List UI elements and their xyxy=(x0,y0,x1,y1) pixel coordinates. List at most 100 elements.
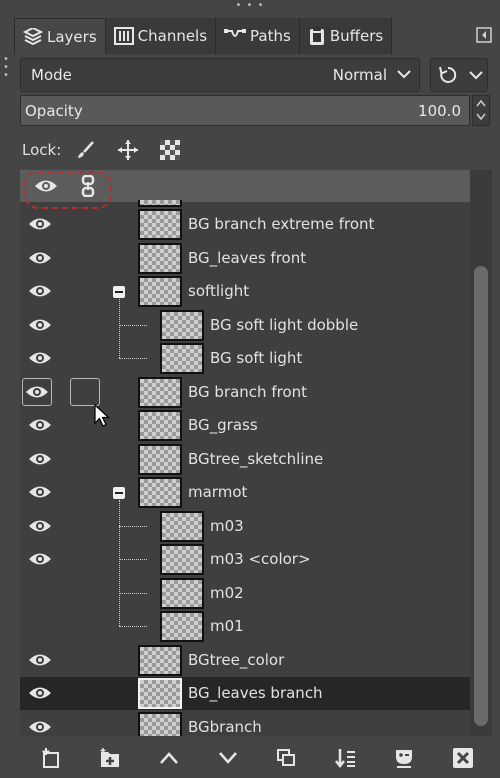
opacity-spinner[interactable] xyxy=(472,95,490,126)
opacity-slider[interactable]: Opacity 100.0 xyxy=(20,95,470,126)
visibility-eye-icon[interactable] xyxy=(22,377,52,406)
layers-panel: Mode Normal Opacity 100.0 Lock: BG branc… xyxy=(14,54,500,778)
new-group-button[interactable] xyxy=(95,743,125,773)
tab-label: Channels xyxy=(137,27,208,45)
tab-layers[interactable]: Layers xyxy=(14,18,106,55)
layer-row[interactable]: BG_grass xyxy=(20,409,470,442)
layer-row[interactable]: BG branch extreme front xyxy=(20,208,470,241)
visibility-eye-icon[interactable] xyxy=(28,685,52,701)
layer-name: BG_grass xyxy=(188,416,258,434)
layer-list-header xyxy=(20,170,470,209)
layer-list[interactable]: BG branch extreme front BG_leaves front so… xyxy=(20,170,492,736)
layer-thumbnail xyxy=(160,544,204,575)
layer-row[interactable]: m01 xyxy=(20,500,470,643)
group-collapse-toggle[interactable] xyxy=(113,286,125,298)
opacity-label: Opacity xyxy=(25,102,83,120)
layer-name: BG_leaves branch xyxy=(188,684,323,702)
tab-menu-icon[interactable] xyxy=(476,27,492,43)
layer-thumbnail xyxy=(138,711,182,736)
tree-connector xyxy=(119,358,147,359)
visibility-eye-icon[interactable] xyxy=(28,484,52,500)
chain-toggle-box[interactable] xyxy=(70,377,100,406)
visibility-eye-icon[interactable] xyxy=(28,417,52,433)
dock-grip-left[interactable]: • • • xyxy=(2,55,10,81)
tree-connector xyxy=(119,500,120,626)
visibility-eye-icon[interactable] xyxy=(28,350,52,366)
layer-thumbnail xyxy=(160,577,204,609)
layer-row[interactable]: BGbranch xyxy=(20,711,470,736)
tab-label: Buffers xyxy=(329,27,384,45)
layer-name: m03 xyxy=(210,516,244,535)
layer-row[interactable]: softlight xyxy=(20,275,470,308)
tree-connector xyxy=(119,324,147,326)
tab-buffers[interactable]: Buffers xyxy=(299,18,393,54)
layer-thumbnail xyxy=(138,209,182,240)
layer-actions-bar xyxy=(14,738,500,778)
spin-down-icon[interactable] xyxy=(473,111,489,123)
layer-row[interactable]: BG_leaves branch xyxy=(20,677,470,710)
mode-value: Normal xyxy=(332,66,387,84)
layer-row[interactable]: m03 xyxy=(20,510,470,543)
layer-thumbnail xyxy=(138,376,182,408)
visibility-eye-icon[interactable] xyxy=(28,250,52,266)
mode-select[interactable]: Mode Normal xyxy=(20,58,420,92)
delete-layer-button[interactable] xyxy=(448,743,478,773)
tab-paths[interactable]: Paths xyxy=(216,18,300,54)
mouse-cursor-icon xyxy=(94,404,111,427)
layer-row[interactable]: BGtree_sketchline xyxy=(20,443,470,476)
move-icon[interactable] xyxy=(117,139,139,161)
layer-list-scrollbar[interactable] xyxy=(470,170,492,736)
chevron-down-icon xyxy=(397,70,411,79)
layer-thumbnail xyxy=(138,678,182,709)
alpha-lock-icon[interactable] xyxy=(159,139,181,161)
tree-connector xyxy=(119,299,120,358)
duplicate-layer-button[interactable] xyxy=(271,743,301,773)
layer-thumbnail xyxy=(160,510,204,542)
visibility-eye-icon[interactable] xyxy=(28,283,52,299)
scrollbar-thumb[interactable] xyxy=(474,266,488,726)
layer-row[interactable]: BG_leaves front xyxy=(20,242,470,275)
tab-channels[interactable]: Channels xyxy=(105,18,217,54)
visibility-eye-icon[interactable] xyxy=(28,551,52,567)
tree-connector xyxy=(119,592,147,594)
layer-row[interactable]: BG branch front xyxy=(20,376,470,409)
tree-connector xyxy=(119,525,147,527)
tree-connector xyxy=(119,559,147,560)
merge-down-button[interactable] xyxy=(330,743,360,773)
raise-layer-button[interactable] xyxy=(154,743,184,773)
layer-name: BG_leaves front xyxy=(188,248,307,267)
new-layer-button[interactable] xyxy=(36,743,66,773)
dock-tabs: Layers Channels Paths Buffers xyxy=(14,17,500,55)
visibility-eye-icon[interactable] xyxy=(28,719,52,735)
visibility-eye-icon[interactable] xyxy=(28,317,52,333)
paintbrush-icon[interactable] xyxy=(75,139,97,161)
mode-reset-button[interactable] xyxy=(430,58,488,92)
new-layer-icon xyxy=(42,748,60,768)
layer-name: m03 <color> xyxy=(210,550,311,568)
visibility-eye-icon[interactable] xyxy=(28,518,52,534)
group-collapse-toggle[interactable] xyxy=(113,487,125,499)
layer-row[interactable]: BGtree_color xyxy=(20,644,470,677)
layer-name: BG branch front xyxy=(188,382,308,401)
layer-thumbnail xyxy=(138,276,182,307)
merge-down-icon xyxy=(335,749,356,769)
dock-grip-top[interactable]: • • • xyxy=(0,1,500,12)
visibility-eye-icon[interactable] xyxy=(28,216,52,232)
layer-name: BG soft light dobble xyxy=(210,315,359,334)
layer-row[interactable]: BG soft light dobble xyxy=(20,309,470,342)
layer-thumbnail xyxy=(160,309,204,341)
lower-layer-button[interactable] xyxy=(213,743,243,773)
new-group-icon xyxy=(100,748,120,767)
layer-mask-button[interactable] xyxy=(389,743,419,773)
layer-row[interactable]: m03 <color> xyxy=(20,543,470,576)
chevron-down-icon xyxy=(469,71,483,80)
layer-row[interactable]: BG soft light xyxy=(20,299,470,375)
layer-row[interactable]: m02 xyxy=(20,577,470,610)
lock-label: Lock: xyxy=(22,141,62,159)
visibility-eye-icon[interactable] xyxy=(28,451,52,467)
layer-row[interactable]: marmot xyxy=(20,476,470,509)
visibility-eye-icon[interactable] xyxy=(28,652,52,668)
layer-thumbnail xyxy=(138,200,182,207)
spin-up-icon[interactable] xyxy=(473,97,489,109)
reset-icon xyxy=(439,66,457,83)
